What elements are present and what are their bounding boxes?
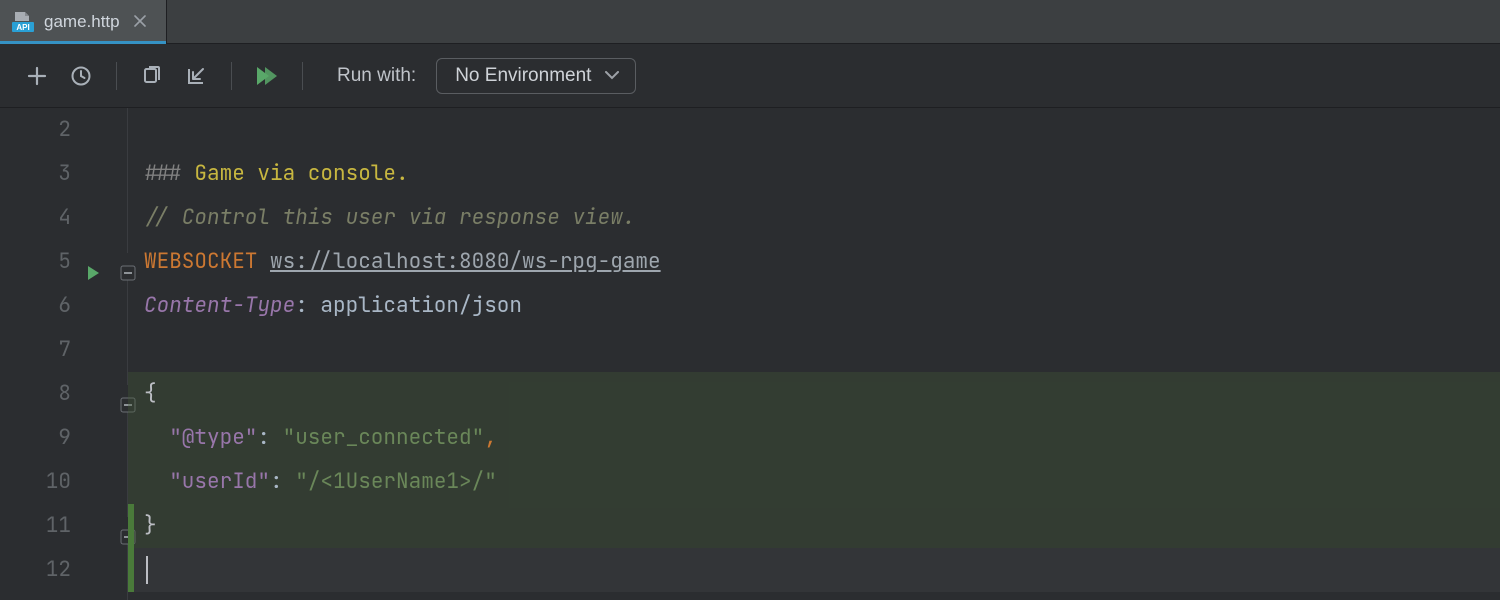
gutter-run-icon[interactable] <box>83 253 101 271</box>
code-line[interactable] <box>144 328 1500 372</box>
toolbar-divider <box>231 62 232 90</box>
svg-text:API: API <box>16 23 29 32</box>
line-number[interactable]: 5 <box>0 240 71 284</box>
code-line[interactable]: ### Game via console. <box>144 152 1500 196</box>
editor-tab-game-http[interactable]: API game.http <box>0 0 167 43</box>
toolbar-divider <box>302 62 303 90</box>
add-request-button[interactable] <box>18 57 56 95</box>
text-caret <box>146 556 148 584</box>
import-button[interactable] <box>177 57 215 95</box>
api-file-icon: API <box>12 12 34 32</box>
line-number[interactable]: 8 <box>0 372 71 416</box>
chevron-down-icon <box>605 71 619 81</box>
run-all-button[interactable] <box>248 57 286 95</box>
line-number[interactable]: 12 <box>0 548 71 592</box>
code-line[interactable]: // Control this user via response view. <box>144 196 1500 240</box>
line-number[interactable]: 10 <box>0 460 71 504</box>
line-number[interactable]: 9 <box>0 416 71 460</box>
tab-label: game.http <box>44 12 120 32</box>
toolbar-divider <box>116 62 117 90</box>
tab-close-button[interactable] <box>130 11 150 33</box>
line-number[interactable]: 7 <box>0 328 71 372</box>
code-line[interactable]: WEBSOCKET ws://localhost:8080/ws-rpg-gam… <box>144 240 1500 284</box>
line-number[interactable]: 11 <box>0 504 71 548</box>
history-button[interactable] <box>62 57 100 95</box>
environment-selected: No Environment <box>455 65 591 87</box>
line-number[interactable]: 4 <box>0 196 71 240</box>
line-number[interactable]: 3 <box>0 152 71 196</box>
environment-dropdown[interactable]: No Environment <box>436 58 636 94</box>
code-line[interactable]: Content-Type: application/json <box>144 284 1500 328</box>
line-number[interactable]: 6 <box>0 284 71 328</box>
code-line[interactable] <box>144 108 1500 152</box>
line-number[interactable]: 2 <box>0 108 71 152</box>
run-with-label: Run with: <box>337 65 416 87</box>
copy-button[interactable] <box>133 57 171 95</box>
